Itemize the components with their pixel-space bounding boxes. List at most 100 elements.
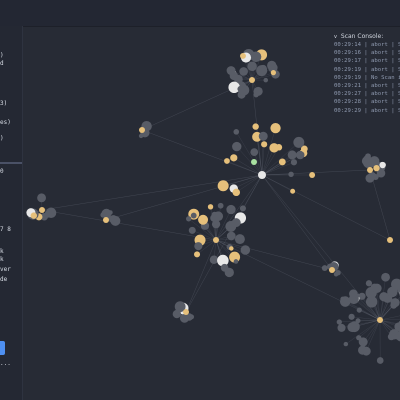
graph-node[interactable]	[381, 272, 390, 282]
graph-node-highlight[interactable]	[224, 158, 230, 164]
graph-node[interactable]	[347, 322, 358, 333]
graph-node[interactable]	[356, 307, 362, 313]
graph-node-highlight[interactable]	[309, 172, 316, 178]
graph-node[interactable]	[343, 341, 349, 347]
graph-node[interactable]	[231, 218, 241, 228]
graph-node[interactable]	[239, 67, 248, 76]
graph-node-highlight[interactable]	[232, 188, 241, 197]
graph-node-highlight[interactable]	[207, 204, 214, 210]
graph-node[interactable]	[372, 173, 379, 181]
graph-hub-node[interactable]	[258, 171, 266, 179]
graph-node[interactable]	[293, 136, 305, 148]
graph-node[interactable]	[233, 129, 240, 135]
graph-node[interactable]	[172, 309, 182, 319]
graph-node[interactable]	[290, 159, 298, 166]
graph-edge	[236, 146, 263, 176]
graph-hub-node[interactable]	[387, 237, 393, 243]
graph-node[interactable]	[336, 319, 342, 325]
graph-node[interactable]	[240, 245, 251, 255]
console-line: 00:29:27 | abort | Scan	[334, 91, 400, 98]
graph-node[interactable]	[211, 220, 221, 229]
sidebar-text-3: 3)	[0, 100, 8, 107]
graph-hub-node[interactable]	[103, 217, 109, 223]
graph-node[interactable]	[108, 210, 113, 215]
graph-node-white[interactable]	[379, 161, 386, 169]
graph-node[interactable]	[287, 150, 297, 160]
graph-node[interactable]	[232, 141, 242, 152]
graph-node[interactable]	[185, 216, 192, 222]
graph-node[interactable]	[250, 148, 259, 157]
graph-hub-node[interactable]	[213, 237, 219, 243]
graph-node[interactable]	[209, 255, 219, 264]
graph-node-highlight[interactable]	[193, 251, 201, 258]
graph-node[interactable]	[234, 234, 245, 245]
sidebar-action-button[interactable]	[0, 341, 5, 355]
graph-node[interactable]	[267, 60, 277, 71]
graph-node[interactable]	[237, 85, 244, 92]
graph-node[interactable]	[387, 333, 395, 341]
graph-hub-node[interactable]	[39, 207, 45, 213]
graph-node-highlight[interactable]	[275, 144, 283, 151]
graph-node-highlight[interactable]	[217, 180, 229, 192]
graph-node[interactable]	[229, 71, 239, 81]
graph-node-highlight[interactable]	[230, 154, 238, 162]
graph-node[interactable]	[390, 298, 400, 308]
graph-node-highlight[interactable]	[373, 164, 380, 172]
graph-node[interactable]	[44, 210, 53, 218]
graph-node-selected[interactable]	[251, 159, 257, 165]
graph-node-highlight[interactable]	[198, 214, 209, 225]
graph-edge	[141, 129, 263, 176]
graph-node[interactable]	[188, 226, 196, 234]
graph-node[interactable]	[365, 296, 378, 308]
graph-node[interactable]	[220, 263, 229, 272]
console-line: 00:29:28 | abort | Scan	[334, 99, 400, 106]
graph-node[interactable]	[387, 286, 398, 298]
graph-node[interactable]	[253, 92, 259, 98]
sidebar-text-8: k	[0, 248, 4, 255]
graph-node[interactable]	[217, 202, 224, 209]
graph-node[interactable]	[233, 259, 239, 264]
graph-hub-node[interactable]	[139, 127, 145, 133]
scan-console-header[interactable]: v Scan Console:	[334, 32, 400, 41]
graph-node[interactable]	[190, 212, 197, 219]
graph-node[interactable]	[355, 293, 360, 299]
graph-node[interactable]	[358, 345, 368, 355]
graph-node[interactable]	[247, 61, 257, 72]
graph-hub-node[interactable]	[249, 77, 255, 83]
graph-node-highlight[interactable]	[270, 122, 281, 134]
sidebar-text-9: k	[0, 256, 4, 263]
graph-node-highlight[interactable]	[261, 141, 268, 148]
graph-node[interactable]	[340, 296, 345, 302]
graph-node[interactable]	[256, 65, 268, 77]
graph-node[interactable]	[258, 131, 268, 141]
graph-node-highlight[interactable]	[270, 70, 277, 76]
graph-node[interactable]	[372, 283, 382, 293]
graph-node[interactable]	[109, 215, 118, 224]
graph-node-highlight[interactable]	[278, 158, 286, 166]
graph-node-highlight[interactable]	[252, 123, 259, 130]
graph-node-highlight[interactable]	[240, 52, 246, 59]
graph-node[interactable]	[356, 335, 362, 341]
graph-node[interactable]	[362, 156, 375, 169]
graph-node[interactable]	[321, 265, 328, 272]
graph-node-highlight[interactable]	[290, 188, 296, 194]
graph-node[interactable]	[226, 204, 236, 215]
graph-node[interactable]	[239, 205, 246, 212]
graph-node[interactable]	[365, 280, 373, 287]
graph-node[interactable]	[337, 323, 346, 332]
graph-hub-node[interactable]	[183, 309, 189, 315]
graph-node[interactable]	[348, 313, 355, 320]
graph-node[interactable]	[379, 292, 389, 302]
graph-hub-node[interactable]	[377, 317, 383, 323]
graph-node[interactable]	[263, 77, 269, 83]
graph-node-highlight[interactable]	[30, 212, 38, 219]
graph-node[interactable]	[194, 242, 203, 251]
scan-console[interactable]: v Scan Console: 00:29:14 | abort | Scan0…	[334, 32, 400, 122]
graph-node[interactable]	[376, 357, 384, 364]
graph-node[interactable]	[226, 231, 236, 241]
graph-node[interactable]	[37, 193, 47, 203]
graph-node[interactable]	[288, 171, 294, 178]
graph-hub-node[interactable]	[367, 167, 373, 173]
graph-hub-node[interactable]	[329, 267, 335, 273]
graph-node-highlight[interactable]	[229, 246, 234, 251]
